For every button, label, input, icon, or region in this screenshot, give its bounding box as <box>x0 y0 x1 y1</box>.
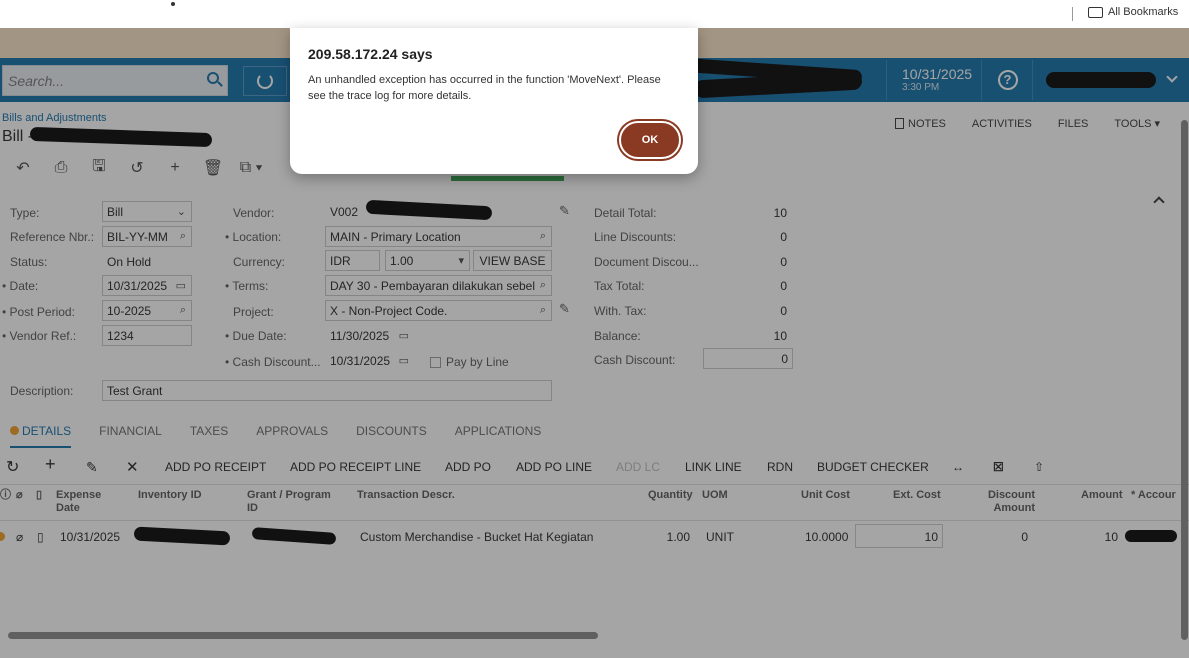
alert-title: 209.58.172.24 says <box>308 46 433 62</box>
bookmark-bar: All Bookmarks <box>0 0 1189 28</box>
all-bookmarks-button[interactable]: All Bookmarks <box>1088 6 1178 18</box>
alert-message: An unhandled exception has occurred in t… <box>308 74 661 102</box>
alert-dialog: 209.58.172.24 says An unhandled exceptio… <box>290 28 698 174</box>
bookmark-separator <box>1072 7 1073 21</box>
all-bookmarks-label: All Bookmarks <box>1108 6 1179 18</box>
ok-button[interactable]: OK <box>619 121 681 159</box>
bookmark-dot <box>171 2 175 6</box>
folder-icon <box>1088 6 1103 18</box>
